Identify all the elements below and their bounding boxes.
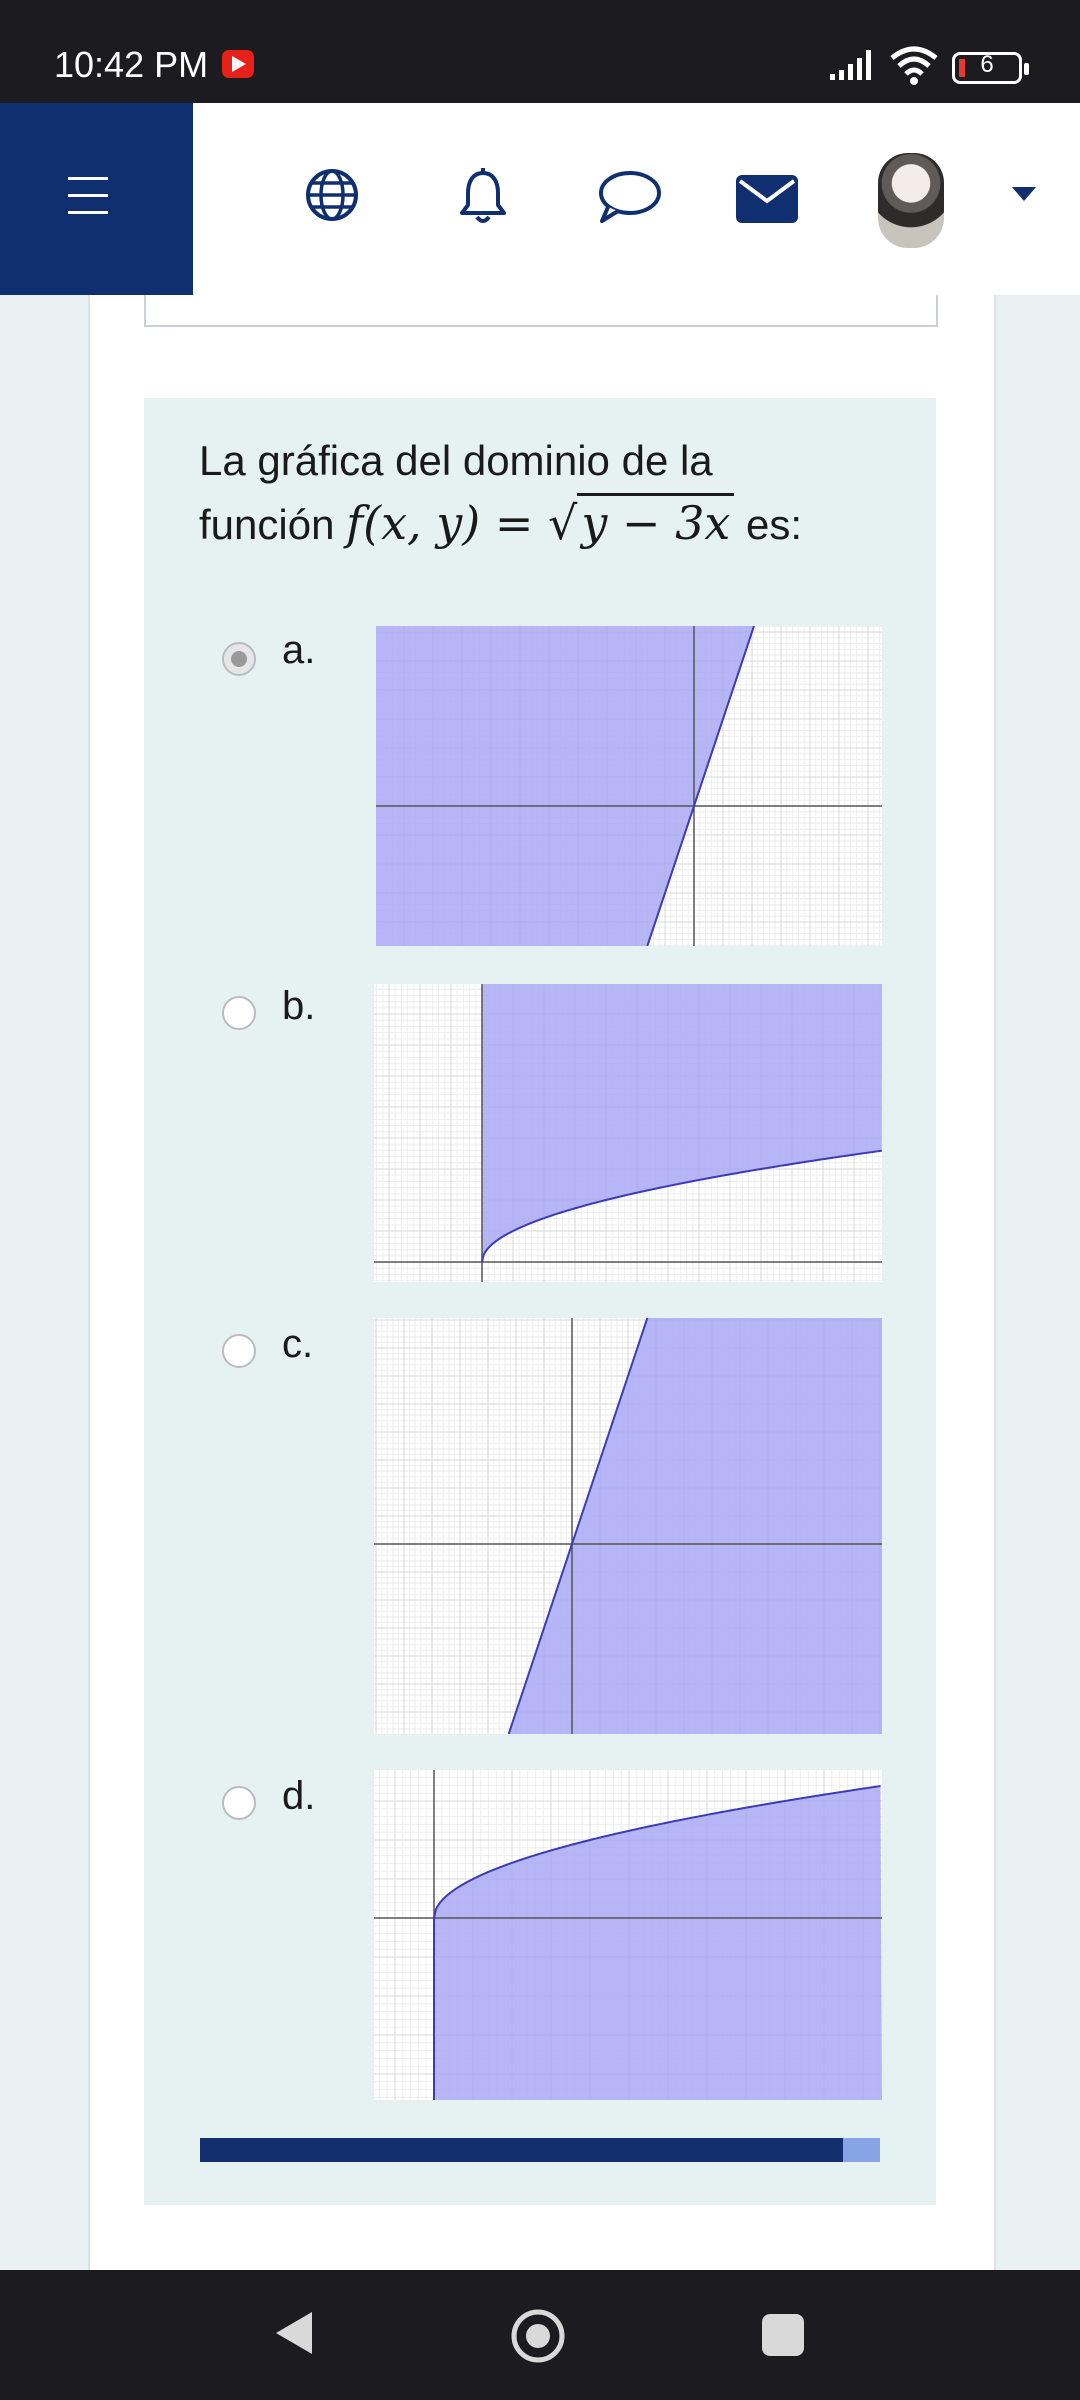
option-d-radio[interactable] (222, 1786, 256, 1820)
option-a-radio[interactable] (222, 642, 256, 676)
question-funcion: función (199, 501, 335, 548)
status-bar: 10:42 PM 6 (0, 0, 1080, 103)
battery-icon: 6 (952, 51, 1029, 84)
signal-icon (830, 50, 871, 80)
globe-icon[interactable] (304, 167, 360, 223)
question-ending: es: (745, 501, 802, 548)
battery-level: 6 (980, 51, 994, 78)
option-c-radio[interactable] (222, 1334, 256, 1368)
option-c-graph[interactable] (374, 1318, 882, 1734)
back-icon[interactable] (272, 2308, 316, 2358)
caret-down-icon[interactable] (1012, 187, 1036, 201)
system-nav-bar (0, 2270, 1080, 2400)
menu-button[interactable] (0, 103, 193, 295)
user-avatar[interactable] (878, 153, 944, 248)
top-bar (0, 103, 1080, 295)
option-a-graph[interactable] (376, 626, 882, 946)
recents-icon[interactable] (762, 2314, 804, 2356)
option-a-label: a. (282, 628, 316, 672)
option-d-label: d. (282, 1774, 316, 1818)
function-radicand: y − 3x (577, 493, 735, 550)
mail-icon[interactable] (736, 175, 798, 223)
option-c-label: c. (282, 1322, 314, 1366)
youtube-notification-icon (222, 50, 254, 78)
bell-icon[interactable] (458, 167, 508, 227)
status-time: 10:42 PM (54, 44, 209, 85)
wifi-icon (890, 46, 938, 85)
function-lhs: f(x, y) = (346, 496, 548, 550)
option-b-radio[interactable] (222, 996, 256, 1030)
progress-fill (200, 2138, 843, 2162)
question-line-1: La gráfica del dominio de la (199, 437, 713, 484)
question-panel: La gráfica del dominio de la función f(x… (144, 398, 936, 2205)
question-text: La gráfica del dominio de la función f(x… (199, 437, 802, 550)
progress-bar (200, 2138, 880, 2162)
option-b-graph[interactable] (374, 984, 882, 1282)
home-icon[interactable] (510, 2308, 566, 2364)
option-b-label: b. (282, 984, 316, 1028)
previous-question-box (144, 295, 938, 327)
option-d-graph[interactable] (374, 1770, 882, 2100)
menu-icon (68, 177, 108, 215)
chat-icon[interactable] (596, 167, 662, 227)
